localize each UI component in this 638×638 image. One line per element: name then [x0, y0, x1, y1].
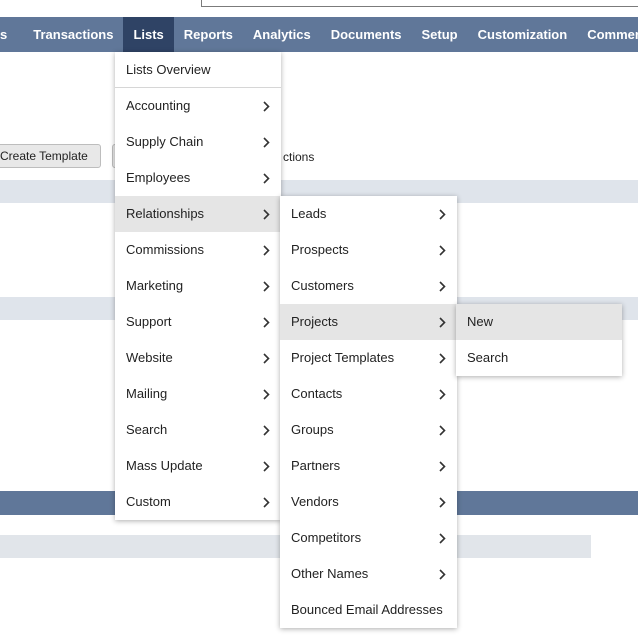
projects-submenu: New Search — [456, 304, 622, 376]
menu-item-label: New — [467, 314, 494, 329]
menu-item-bounced-email-addresses[interactable]: Bounced Email Addresses — [280, 592, 457, 628]
menu-item-lists-overview[interactable]: Lists Overview — [115, 52, 281, 87]
chevron-right-icon — [437, 232, 447, 268]
menu-item-commissions[interactable]: Commissions — [115, 232, 281, 268]
chevron-right-icon — [261, 268, 271, 304]
menu-item-contacts[interactable]: Contacts — [280, 376, 457, 412]
menu-item-customers[interactable]: Customers — [280, 268, 457, 304]
menu-item-search[interactable]: Search — [115, 412, 281, 448]
chevron-right-icon — [437, 268, 447, 304]
nav-item-commerce[interactable]: Commerce — [577, 17, 638, 52]
menu-item-projects[interactable]: Projects — [280, 304, 457, 340]
chevron-right-icon — [261, 340, 271, 376]
chevron-right-icon — [437, 196, 447, 232]
menu-item-label: Projects — [291, 314, 338, 329]
menu-item-label: Website — [126, 350, 173, 365]
menu-item-prospects[interactable]: Prospects — [280, 232, 457, 268]
chevron-right-icon — [437, 448, 447, 484]
menu-item-label: Vendors — [291, 494, 339, 509]
menu-item-custom[interactable]: Custom — [115, 484, 281, 520]
nav-item-setup[interactable]: Setup — [412, 17, 468, 52]
nav-item-documents[interactable]: Documents — [321, 17, 412, 52]
menu-item-relationships[interactable]: Relationships — [115, 196, 281, 232]
chevron-right-icon — [261, 88, 271, 124]
menu-item-label: Other Names — [291, 566, 369, 581]
menu-item-website[interactable]: Website — [115, 340, 281, 376]
menu-item-label: Custom — [126, 494, 171, 509]
menu-item-label: Commissions — [126, 242, 205, 257]
menu-item-label: Partners — [291, 458, 341, 473]
menu-item-vendors[interactable]: Vendors — [280, 484, 457, 520]
chevron-right-icon — [261, 376, 271, 412]
nav-item-transactions[interactable]: Transactions — [23, 17, 123, 52]
menu-item-groups[interactable]: Groups — [280, 412, 457, 448]
menu-item-label: Bounced Email Addresses — [291, 602, 443, 617]
chevron-right-icon — [261, 160, 271, 196]
main-navbar: s Transactions Lists Reports Analytics D… — [0, 17, 638, 52]
chevron-right-icon — [261, 448, 271, 484]
nav-item-analytics[interactable]: Analytics — [243, 17, 321, 52]
menu-item-label: Accounting — [126, 98, 191, 113]
create-template-button[interactable]: Create Template — [0, 144, 101, 168]
menu-item-label: Mass Update — [126, 458, 203, 473]
actions-link[interactable]: ctions — [283, 150, 314, 164]
menu-item-label: Prospects — [291, 242, 349, 257]
menu-item-label: Marketing — [126, 278, 184, 293]
chevron-right-icon — [261, 484, 271, 520]
nav-item-reports[interactable]: Reports — [174, 17, 243, 52]
menu-item-marketing[interactable]: Marketing — [115, 268, 281, 304]
nav-item-lists[interactable]: Lists — [123, 17, 174, 52]
menu-item-search[interactable]: Search — [456, 340, 622, 376]
menu-item-accounting[interactable]: Accounting — [115, 88, 281, 124]
nav-item-customization[interactable]: Customization — [468, 17, 578, 52]
menu-item-mailing[interactable]: Mailing — [115, 376, 281, 412]
menu-item-partners[interactable]: Partners — [280, 448, 457, 484]
chevron-right-icon — [437, 376, 447, 412]
menu-item-other-names[interactable]: Other Names — [280, 556, 457, 592]
menu-item-supply-chain[interactable]: Supply Chain — [115, 124, 281, 160]
lists-dropdown-menu: Lists Overview Accounting Supply Chain Emp… — [115, 52, 281, 520]
chevron-right-icon — [261, 232, 271, 268]
menu-item-label: Customers — [291, 278, 354, 293]
chevron-right-icon — [437, 340, 447, 376]
menu-item-label: Search — [467, 350, 509, 365]
menu-item-label: Support — [126, 314, 172, 329]
chevron-right-icon — [437, 304, 447, 340]
nav-item-partial[interactable]: s — [0, 17, 23, 52]
chevron-right-icon — [261, 412, 271, 448]
menu-item-label: Search — [126, 422, 168, 437]
chevron-right-icon — [261, 124, 271, 160]
menu-item-new[interactable]: New — [456, 304, 622, 340]
global-search-input[interactable] — [201, 0, 638, 7]
chevron-right-icon — [437, 556, 447, 592]
menu-item-label: Competitors — [291, 530, 362, 545]
menu-item-project-templates[interactable]: Project Templates — [280, 340, 457, 376]
relationships-submenu: Leads Prospects Customers Projects Project T… — [280, 196, 457, 628]
menu-item-leads[interactable]: Leads — [280, 196, 457, 232]
menu-item-label: Leads — [291, 206, 327, 221]
chevron-right-icon — [437, 412, 447, 448]
chevron-right-icon — [437, 520, 447, 556]
menu-item-label: Contacts — [291, 386, 343, 401]
menu-item-competitors[interactable]: Competitors — [280, 520, 457, 556]
menu-item-label: Employees — [126, 170, 191, 185]
chevron-right-icon — [437, 484, 447, 520]
menu-item-label: Mailing — [126, 386, 168, 401]
menu-item-mass-update[interactable]: Mass Update — [115, 448, 281, 484]
menu-item-label: Supply Chain — [126, 134, 204, 149]
chevron-right-icon — [261, 196, 271, 232]
menu-item-label: Relationships — [126, 206, 205, 221]
chevron-right-icon — [261, 304, 271, 340]
menu-item-label: Groups — [291, 422, 334, 437]
menu-item-label: Project Templates — [291, 350, 395, 365]
menu-item-support[interactable]: Support — [115, 304, 281, 340]
menu-item-employees[interactable]: Employees — [115, 160, 281, 196]
